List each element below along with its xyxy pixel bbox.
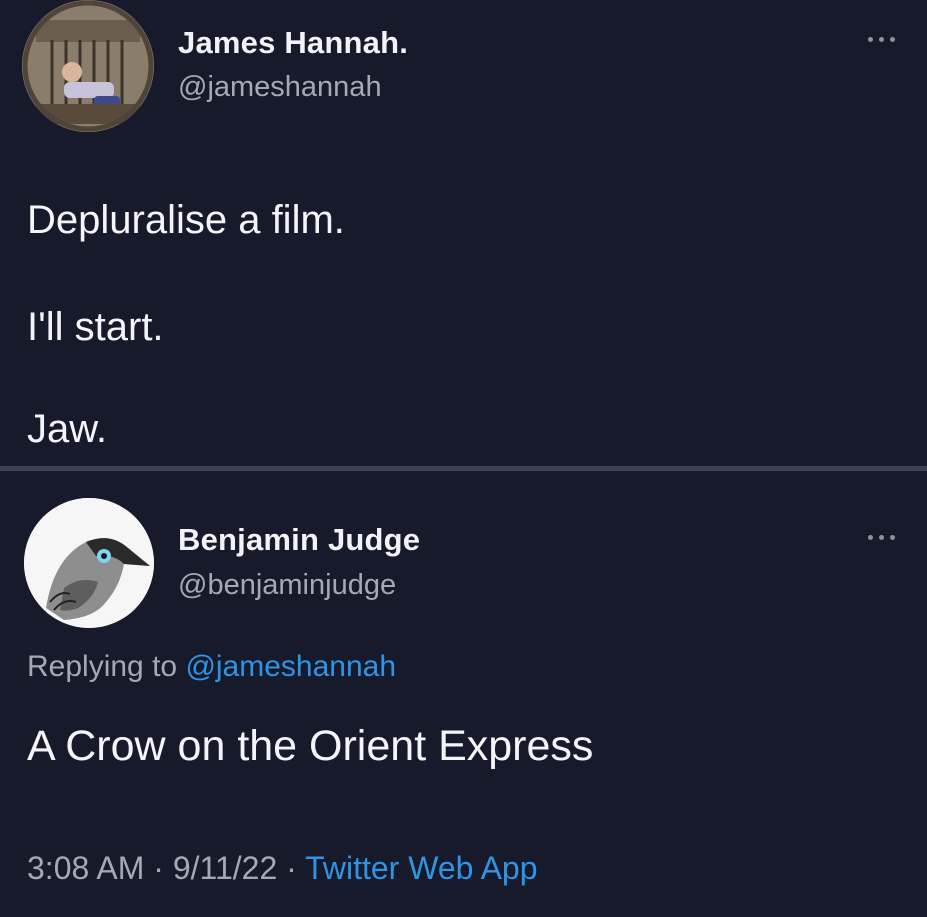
replying-prefix: Replying to bbox=[27, 650, 178, 683]
tweet-text-line: Jaw. bbox=[27, 407, 108, 451]
separator: · bbox=[153, 850, 164, 886]
replying-to: Replying to @jameshannah bbox=[27, 650, 396, 684]
display-name[interactable]: James Hannah. bbox=[178, 25, 408, 61]
tweet-divider bbox=[0, 466, 927, 471]
tweet-metadata: 3:08 AM · 9/11/22 · Twitter Web App bbox=[27, 850, 538, 887]
user-handle[interactable]: @benjaminjudge bbox=[178, 569, 396, 602]
tweet-text-line: Depluralise a film. bbox=[27, 198, 345, 242]
display-name[interactable]: Benjamin Judge bbox=[178, 522, 420, 558]
more-options-icon[interactable] bbox=[865, 33, 901, 47]
more-options-icon[interactable] bbox=[865, 531, 901, 545]
tweet-time[interactable]: 3:08 AM bbox=[27, 850, 144, 886]
mention-link[interactable]: @jameshannah bbox=[185, 650, 396, 683]
tweet-source-link[interactable]: Twitter Web App bbox=[305, 850, 537, 886]
tweet-date[interactable]: 9/11/22 bbox=[173, 850, 277, 886]
separator: · bbox=[286, 850, 297, 886]
profile-photo-icon[interactable] bbox=[22, 0, 154, 132]
tweet-text-line: I'll start. bbox=[27, 305, 164, 349]
original-tweet: James Hannah. @jameshannah Depluralise a… bbox=[0, 0, 927, 466]
crow-avatar-icon[interactable] bbox=[24, 498, 154, 628]
reply-text: A Crow on the Orient Express bbox=[27, 722, 594, 770]
user-handle[interactable]: @jameshannah bbox=[178, 71, 382, 104]
reply-tweet: Benjamin Judge @benjaminjudge Replying t… bbox=[0, 478, 927, 917]
